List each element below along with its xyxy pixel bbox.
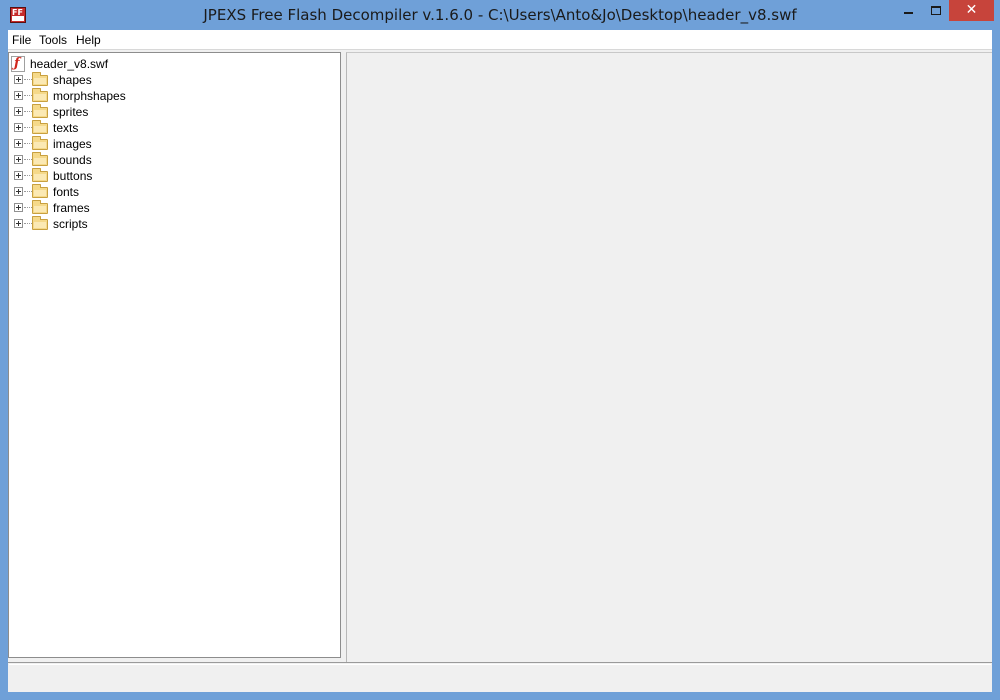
expand-icon[interactable] [14, 75, 23, 84]
tree-node-label: fonts [53, 185, 80, 199]
menu-bar: File Tools Help [8, 30, 992, 50]
tree-node-label: shapes [53, 73, 92, 87]
tree-node-images[interactable]: images [14, 136, 314, 152]
app-window: FF JPEXS Free Flash Decompiler v.1.6.0 -… [0, 0, 1000, 700]
expand-icon[interactable] [14, 171, 23, 180]
folder-icon [32, 152, 48, 166]
preview-panel [346, 52, 992, 662]
expand-icon[interactable] [14, 187, 23, 196]
flash-file-icon: ƒ [11, 56, 25, 72]
tree-node-sounds[interactable]: sounds [14, 152, 314, 168]
expand-icon[interactable] [14, 139, 23, 148]
folder-icon [32, 104, 48, 118]
tree-node-label: frames [53, 201, 90, 215]
expand-icon[interactable] [14, 107, 23, 116]
minimize-button[interactable] [894, 0, 923, 21]
tree-node-label: buttons [53, 169, 93, 183]
folder-icon [32, 120, 48, 134]
tree-node-shapes[interactable]: shapes [14, 72, 314, 88]
tree-node-texts[interactable]: texts [14, 120, 314, 136]
menu-tools[interactable]: Tools [39, 30, 67, 50]
tree-node-fonts[interactable]: fonts [14, 184, 314, 200]
minimize-icon [904, 12, 913, 14]
status-bar [8, 662, 992, 692]
expand-icon[interactable] [14, 203, 23, 212]
expand-icon[interactable] [14, 219, 23, 228]
close-button[interactable]: ✕ [949, 0, 994, 21]
swf-tree-panel[interactable]: ƒ header_v8.swf shapes morphshapes sprit… [8, 52, 341, 658]
tree-node-buttons[interactable]: buttons [14, 168, 314, 184]
expand-icon[interactable] [14, 123, 23, 132]
close-icon: ✕ [965, 2, 978, 18]
tree-node-frames[interactable]: frames [14, 200, 314, 216]
tree-node-label: sprites [53, 105, 89, 119]
tree-node-label: images [53, 137, 92, 151]
menu-help[interactable]: Help [76, 30, 101, 50]
client-area: File Tools Help ƒ header_v8.swf shapes m… [8, 30, 992, 692]
maximize-button[interactable] [922, 0, 949, 21]
folder-icon [32, 168, 48, 182]
folder-icon [32, 200, 48, 214]
tree-node-label: morphshapes [53, 89, 126, 103]
folder-icon [32, 136, 48, 150]
folder-icon [32, 184, 48, 198]
folder-icon [32, 88, 48, 102]
tree-node-sprites[interactable]: sprites [14, 104, 314, 120]
folder-icon [32, 216, 48, 230]
maximize-icon [931, 6, 941, 15]
tree-root-label: header_v8.swf [30, 57, 109, 71]
menu-file[interactable]: File [12, 30, 31, 50]
tree-node-label: scripts [53, 217, 88, 231]
expand-icon[interactable] [14, 91, 23, 100]
expand-icon[interactable] [14, 155, 23, 164]
folder-icon [32, 72, 48, 86]
tree-node-label: sounds [53, 153, 92, 167]
tree-node-morphshapes[interactable]: morphshapes [14, 88, 314, 104]
title-bar[interactable]: FF JPEXS Free Flash Decompiler v.1.6.0 -… [0, 0, 1000, 30]
tree-node-scripts[interactable]: scripts [14, 216, 314, 232]
window-title: JPEXS Free Flash Decompiler v.1.6.0 - C:… [203, 6, 797, 24]
tree-node-label: texts [53, 121, 79, 135]
